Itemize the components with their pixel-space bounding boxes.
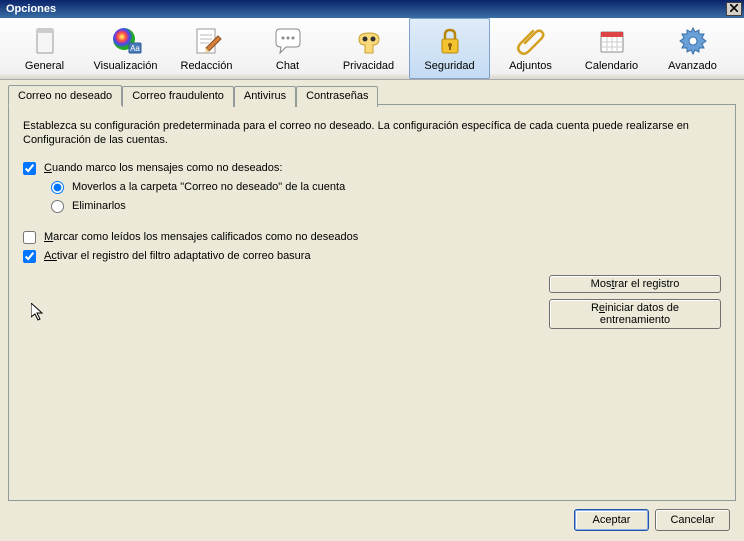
tab-antivirus[interactable]: Antivirus xyxy=(234,86,296,107)
chat-icon xyxy=(272,25,304,57)
checkbox-enable-log[interactable] xyxy=(23,250,36,263)
category-label: Visualización xyxy=(93,60,157,72)
category-security[interactable]: Seguridad xyxy=(409,18,490,79)
cancel-button[interactable]: Cancelar xyxy=(655,509,730,531)
category-label: Adjuntos xyxy=(509,60,552,72)
calendar-icon xyxy=(596,25,628,57)
checkbox-when-mark-junk[interactable] xyxy=(23,162,36,175)
category-composition[interactable]: Redacción xyxy=(166,18,247,79)
show-log-button[interactable]: Mostrar el registro xyxy=(549,275,721,293)
category-label: General xyxy=(25,60,64,72)
radio-move-to-junk[interactable] xyxy=(51,181,64,194)
option-when-mark-junk[interactable]: Cuando marco los mensajes como no desead… xyxy=(23,162,721,175)
category-calendar[interactable]: Calendario xyxy=(571,18,652,79)
label-delete-junk: Eliminarlos xyxy=(72,200,126,212)
composition-icon xyxy=(191,25,223,57)
content-area: Correo no deseado Correo fraudulento Ant… xyxy=(8,85,736,501)
close-icon xyxy=(730,4,738,15)
advanced-icon xyxy=(677,25,709,57)
attachments-icon xyxy=(515,25,547,57)
panel-description: Establezca su configuración predetermina… xyxy=(23,119,721,148)
label-move-to-junk: Moverlos a la carpeta "Correo no deseado… xyxy=(72,181,345,193)
category-label: Chat xyxy=(276,60,299,72)
category-privacy[interactable]: Privacidad xyxy=(328,18,409,79)
tab-strip: Correo no deseado Correo fraudulento Ant… xyxy=(8,85,736,106)
option-enable-log[interactable]: Activar el registro del filtro adaptativ… xyxy=(23,250,721,263)
cursor-icon xyxy=(31,303,47,326)
security-icon xyxy=(434,25,466,57)
ok-button[interactable]: Aceptar xyxy=(574,509,649,531)
option-mark-read[interactable]: Marcar como leídos los mensajes califica… xyxy=(23,231,721,244)
checkbox-mark-read[interactable] xyxy=(23,231,36,244)
label-when-mark-junk: Cuando marco los mensajes como no desead… xyxy=(44,162,282,174)
general-icon xyxy=(29,25,61,57)
category-label: Redacción xyxy=(181,60,233,72)
reset-training-button[interactable]: Reiniciar datos de entrenamiento xyxy=(549,299,721,329)
privacy-icon xyxy=(353,25,385,57)
close-button[interactable] xyxy=(726,2,742,16)
window-title: Opciones xyxy=(6,3,56,15)
category-label: Privacidad xyxy=(343,60,394,72)
label-enable-log: Activar el registro del filtro adaptativ… xyxy=(44,250,311,262)
tab-phishing[interactable]: Correo fraudulento xyxy=(122,86,234,107)
category-label: Avanzado xyxy=(668,60,717,72)
svg-text:Aa: Aa xyxy=(130,44,140,53)
category-advanced[interactable]: Avanzado xyxy=(652,18,733,79)
display-icon: Aa xyxy=(110,25,142,57)
titlebar: Opciones xyxy=(0,0,744,18)
option-delete-junk[interactable]: Eliminarlos xyxy=(51,200,721,213)
option-move-to-junk[interactable]: Moverlos a la carpeta "Correo no deseado… xyxy=(51,181,721,194)
category-general[interactable]: General xyxy=(4,18,85,79)
category-attachments[interactable]: Adjuntos xyxy=(490,18,571,79)
tab-junk[interactable]: Correo no deseado xyxy=(8,85,122,106)
category-label: Seguridad xyxy=(424,60,474,72)
label-mark-read: Marcar como leídos los mensajes califica… xyxy=(44,231,358,243)
category-chat[interactable]: Chat xyxy=(247,18,328,79)
dialog-footer: Aceptar Cancelar xyxy=(574,509,730,531)
category-label: Calendario xyxy=(585,60,638,72)
category-display[interactable]: Aa Visualización xyxy=(85,18,166,79)
tab-panel-junk: Establezca su configuración predetermina… xyxy=(8,104,736,501)
category-toolbar: General Aa Visualización Redacción Chat … xyxy=(0,18,744,80)
tab-passwords[interactable]: Contraseñas xyxy=(296,86,378,107)
radio-delete-junk[interactable] xyxy=(51,200,64,213)
